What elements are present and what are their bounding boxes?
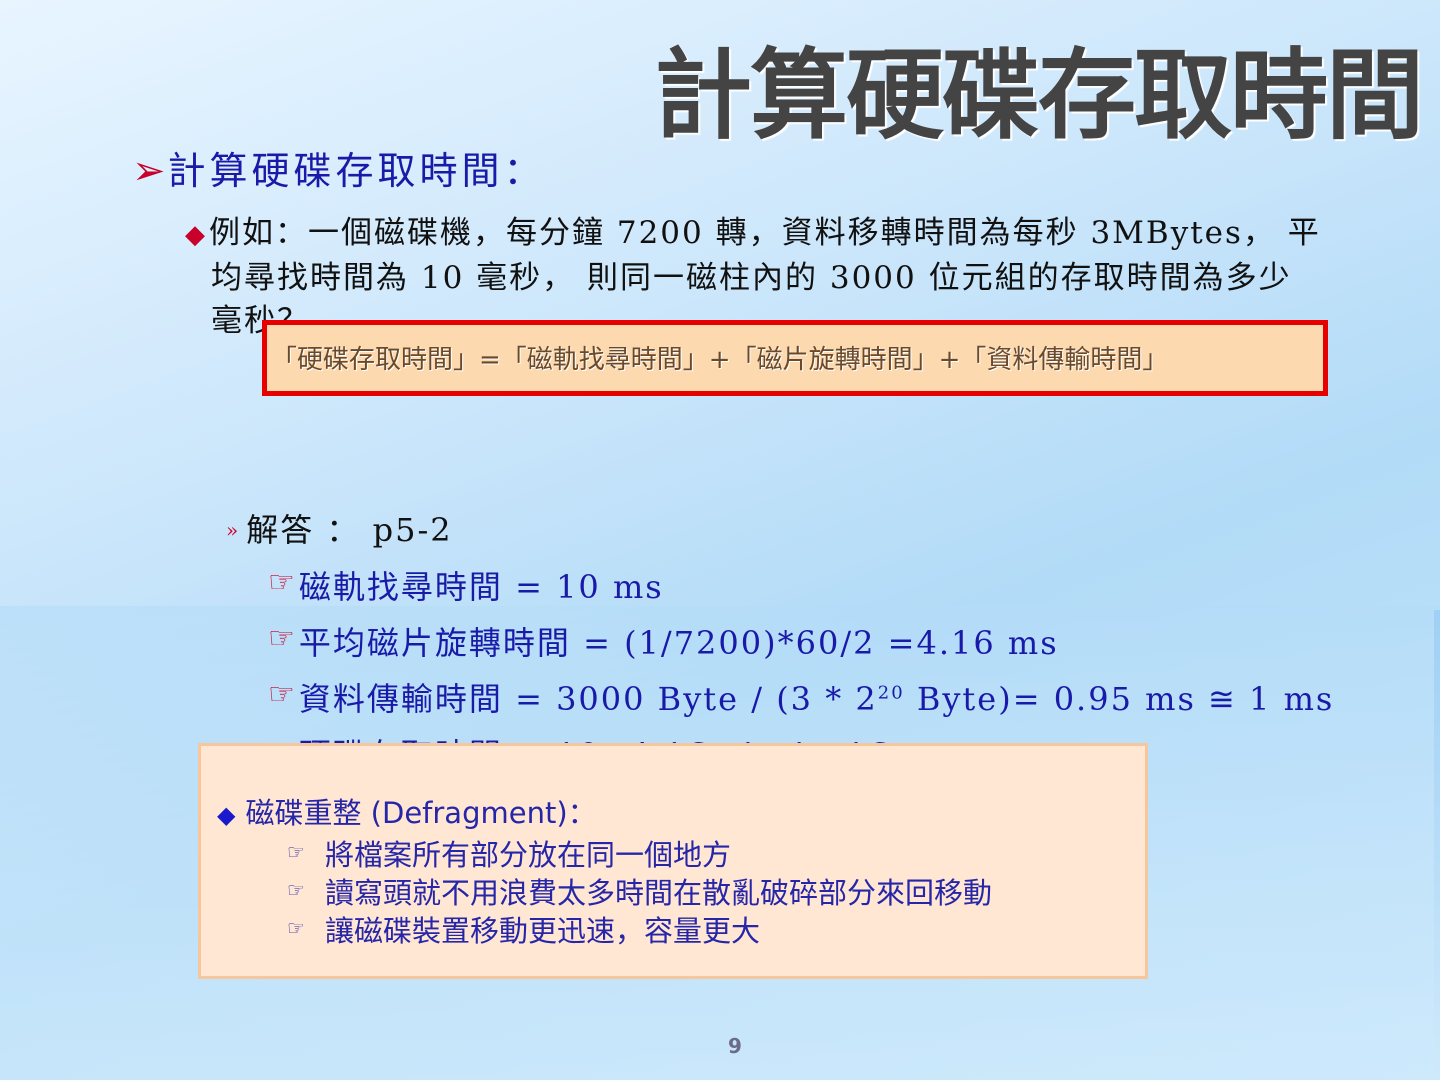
answer-text: 解答 ： p5-2 (246, 511, 453, 549)
defragment-callout: ◆ 磁碟重整 (Defragment)： ☞ 將檔案所有部分放在同一個地方 ☞ 讀寫頭… (198, 743, 1148, 979)
callout-item: ☞ 讓磁碟裝置移動更迅速，容量更大 (287, 914, 760, 948)
diamond-bullet-icon: ◆ (185, 220, 205, 250)
right-edge-accent (1434, 610, 1440, 1080)
section-heading: ➢計算硬碟存取時間： (132, 140, 546, 195)
calculation-row: ☞ 資料傳輸時間 = 3000 Byte / (3 * 220 Byte)= 0.… (268, 677, 1335, 718)
arrow-bullet-icon: ➢ (132, 148, 166, 194)
page-number: 9 (728, 1034, 742, 1058)
calculation-row: ☞ 平均磁片旋轉時間 = (1/7200)*60/2 =4.16 ms (268, 621, 1059, 662)
exponent: 20 (877, 682, 905, 704)
callout-item: ☞ 將檔案所有部分放在同一個地方 (287, 838, 731, 872)
pointing-hand-icon: ☞ (287, 840, 305, 864)
paragraph-line: ◆ 例如：一個磁碟機，每分鐘 7200 轉，資料移轉時間為每秒 3MBytes， … (185, 215, 1321, 251)
formula-box: 「硬碟存取時間」=「磁軌找尋時間」+「磁片旋轉時間」+「資料傳輸時間」 (262, 320, 1328, 396)
pointing-hand-icon: ☞ (268, 677, 295, 712)
pointing-hand-icon: ☞ (268, 565, 295, 600)
callout-heading: ◆ 磁碟重整 (Defragment)： (217, 796, 597, 830)
slide-title: 計算硬碟存取時間 (653, 39, 1424, 153)
callout-item: ☞ 讀寫頭就不用浪費太多時間在散亂破碎部分來回移動 (287, 876, 992, 910)
calculation-row: ☞ 磁軌找尋時間 = 10 ms (268, 565, 664, 606)
formula-text: 「硬碟存取時間」=「磁軌找尋時間」+「磁片旋轉時間」+「資料傳輸時間」 (271, 345, 1169, 375)
pointing-hand-icon: ☞ (287, 878, 305, 902)
chevron-bullet-icon: » (226, 518, 241, 542)
pointing-hand-icon: ☞ (268, 621, 295, 656)
diamond-bullet-icon: ◆ (217, 801, 236, 829)
paragraph-line: 均尋找時間為 10 毫秒， 則同一磁柱內的 3000 位元組的存取時間為多少 (211, 260, 1292, 296)
section-heading-text: 計算硬碟存取時間： (167, 149, 546, 193)
answer-line: » 解答 ： p5-2 (226, 505, 453, 551)
pointing-hand-icon: ☞ (287, 916, 305, 940)
